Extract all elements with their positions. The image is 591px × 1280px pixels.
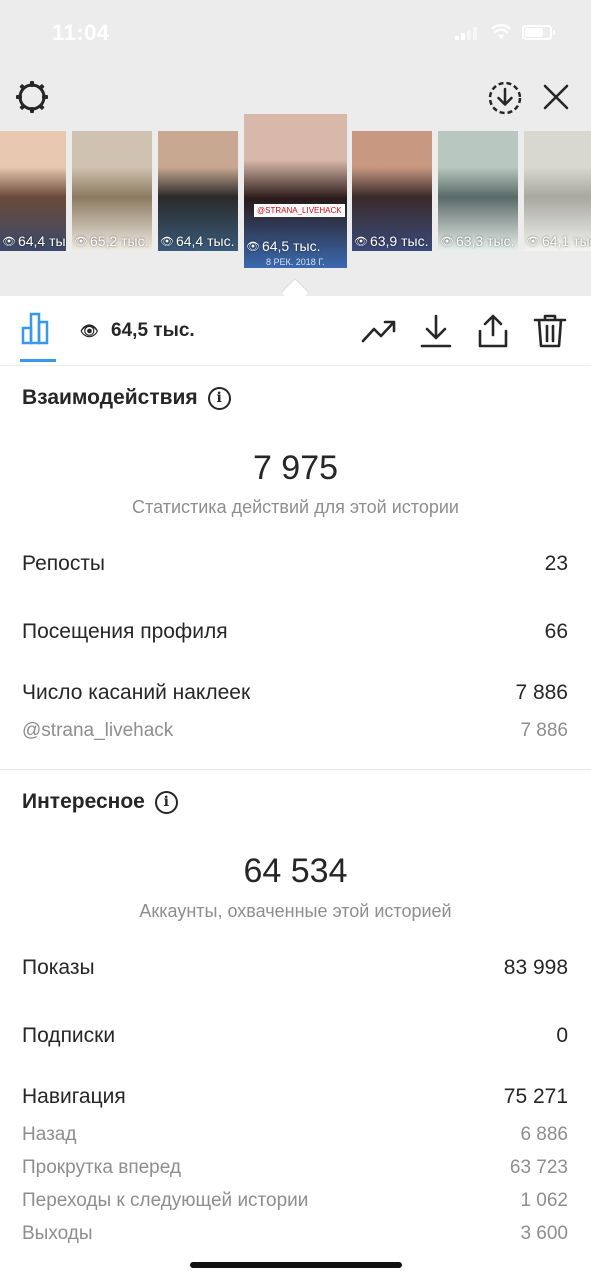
stat-subrow-back: Назад 6 886	[22, 1124, 568, 1145]
discovery-caption: Аккаунты, охваченные этой историей	[139, 901, 452, 921]
eye-icon: 👁	[354, 235, 368, 248]
story-thumb-views: 👁64,4 тыс.	[2, 233, 66, 249]
battery-icon	[522, 25, 555, 40]
story-thumb-2[interactable]: 👁 65,2 тыс.	[72, 131, 152, 251]
story-views-count: 👁 64,5 тыс.	[80, 320, 195, 341]
info-icon[interactable]: i	[207, 386, 231, 410]
info-icon[interactable]: i	[154, 790, 178, 814]
story-thumb-1[interactable]: 👁64,4 тыс.	[0, 131, 66, 251]
stat-row-impressions: Показы 83 998	[22, 956, 568, 979]
story-thumb-views: 👁64,1 тыс.	[526, 233, 591, 249]
stat-row-follows: Подписки 0	[22, 1024, 568, 1047]
story-toolbar: 👁 64,5 тыс.	[0, 296, 591, 366]
stat-subrow-forward: Прокрутка вперед 63 723	[22, 1157, 568, 1178]
story-thumb-views: 👁 65,2 тыс.	[74, 233, 149, 249]
stat-row-profile-visits: Посещения профиля 66	[22, 620, 568, 643]
discovery-total: 64 534	[243, 852, 348, 890]
stat-row-navigation: Навигация 75 271	[22, 1085, 568, 1108]
eye-icon: 👁	[526, 235, 540, 248]
eye-icon: 👁	[74, 235, 88, 248]
share-icon[interactable]	[475, 313, 511, 349]
section-divider	[0, 769, 591, 770]
story-thumb-7[interactable]: 👁64,1 тыс.	[524, 131, 591, 251]
insights-bar-chart-icon	[21, 312, 49, 345]
home-indicator[interactable]	[190, 1262, 402, 1268]
interactions-section-title: Взаимодействия i	[22, 386, 231, 410]
trash-icon[interactable]	[532, 313, 568, 349]
signal-icon	[455, 26, 481, 40]
close-icon[interactable]	[536, 77, 576, 117]
eye-icon: 👁	[160, 235, 174, 248]
wifi-icon	[491, 24, 511, 40]
interactions-caption: Статистика действий для этой истории	[132, 497, 459, 517]
story-thumb-selected[interactable]: @STRANA_LIVEHACK 👁 64,5 тыс. 8 РЕК. 2018 …	[244, 114, 347, 268]
trending-icon[interactable]	[361, 313, 397, 349]
download-circle-icon[interactable]	[484, 77, 526, 119]
story-thumb-views: 👁 63,3 тыс.	[440, 233, 515, 249]
story-thumb-views: 👁 64,5 тыс.	[246, 238, 321, 254]
download-icon[interactable]	[418, 313, 454, 349]
settings-gear-icon[interactable]	[12, 77, 52, 117]
eye-icon: 👁	[80, 323, 100, 340]
insights-tab[interactable]	[20, 310, 56, 362]
discovery-section-title: Интересное i	[22, 790, 178, 814]
stat-subrow-exits: Выходы 3 600	[22, 1223, 568, 1244]
eye-icon: 👁	[440, 235, 454, 248]
story-thumb-views: 👁64,4 тыс.	[160, 233, 235, 249]
story-thumb-5[interactable]: 👁 63,9 тыс.	[352, 131, 432, 251]
stat-row-reposts: Репосты 23	[22, 552, 568, 575]
stat-row-sticker-taps: Число касаний наклеек 7 886	[22, 681, 568, 704]
story-thumbnails-strip: 👁64,4 тыс. 👁65,2 тыс. 👁64,4 тыс. @STRANA…	[0, 114, 591, 271]
status-bar: 11:04	[0, 0, 591, 64]
eye-icon: 👁	[246, 240, 260, 253]
story-thumb-date: 8 РЕК. 2018 Г.	[266, 257, 325, 267]
interactions-total: 7 975	[252, 449, 339, 487]
stat-subrow-mention: @strana_livehack 7 886	[22, 720, 568, 741]
status-time: 11:04	[52, 20, 110, 45]
story-thumb-views: 👁 63,9 тыс.	[354, 233, 429, 249]
stat-subrow-next-story: Переходы к следующей истории 1 062	[22, 1190, 568, 1211]
story-sticker: @STRANA_LIVEHACK	[254, 204, 345, 217]
eye-icon: 👁	[2, 235, 16, 248]
story-thumb-3[interactable]: 👁 64,4 тыс.	[158, 131, 238, 251]
story-thumb-6[interactable]: 👁 63,3 тыс.	[438, 131, 518, 251]
